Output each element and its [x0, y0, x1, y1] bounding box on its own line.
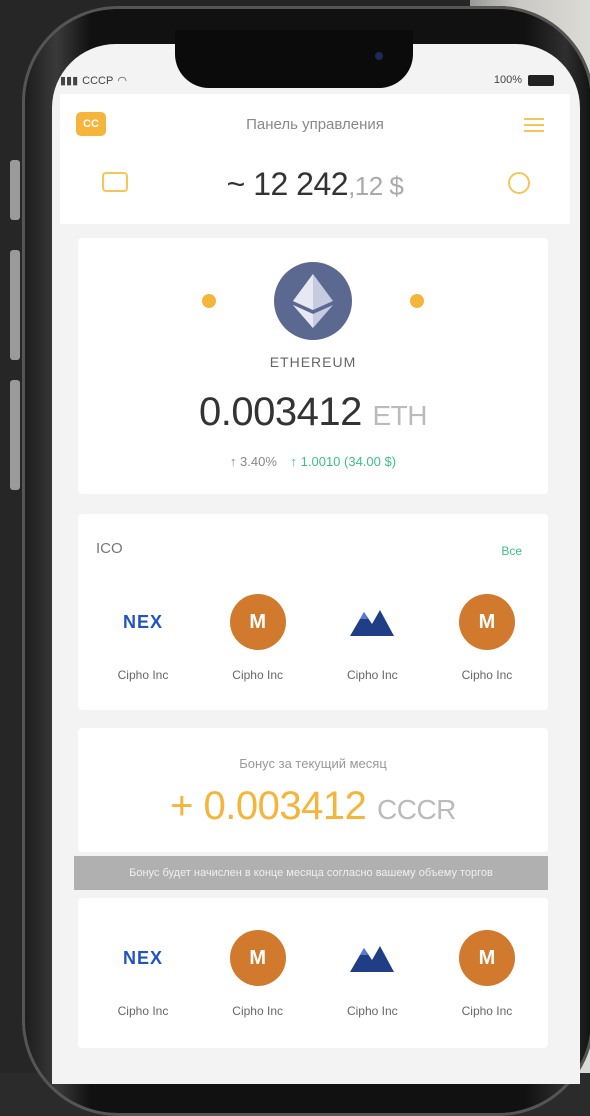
ico-item[interactable]: NEX Cipho Inc [100, 590, 186, 683]
phone-side-button [10, 160, 20, 220]
coin-change: ↑ 3.40% ↑ 1.0010 (34.00 $) [78, 454, 548, 469]
camera-dot [375, 52, 383, 60]
bonus-amount-value: + 0.003412 [170, 784, 367, 828]
bonus-card: Бонус за текущий месяц + 0.003412 CCCR [78, 728, 548, 852]
menu-icon[interactable] [524, 118, 544, 132]
page-title: Панель управления [246, 116, 384, 133]
ico-item-label: Cipho Inc [117, 668, 169, 682]
coin-name: ETHEREUM [269, 354, 357, 370]
header: CC Панель управления ~ 12 242,12 $ [60, 94, 570, 224]
prev-coin-dot[interactable] [202, 294, 216, 308]
ethereum-icon [274, 262, 352, 340]
ico-list: NEX Cipho Inc M Cipho Inc Cipho Inc M Ci… [78, 590, 548, 682]
list-item[interactable]: M Cipho Inc [444, 926, 530, 1018]
ico-item[interactable]: M Cipho Inc [215, 590, 301, 682]
ico-section-label: ICO [96, 540, 123, 557]
next-coin-dot[interactable] [410, 294, 424, 308]
moon-logo-icon: M [229, 930, 286, 986]
ico-card: ICO Все NEX Cipho Inc M Cipho Inc Cipho … [78, 514, 548, 710]
coin-amount-value: 0.003412 [199, 390, 362, 434]
nex-logo-icon: NEX [122, 947, 163, 968]
bonus-label: Бонус за текущий месяц [239, 756, 387, 771]
coin-amount-unit: ETH [372, 400, 427, 431]
moon-logo-icon: M [229, 594, 286, 650]
coin-card[interactable]: ETHEREUM 0.003412 ETH ↑ 3.40% ↑ 1.0010 (… [78, 238, 548, 494]
battery-label: 100% [493, 74, 522, 86]
ico-item-label: Cipho Inc [461, 668, 513, 682]
ico-item-label: Cipho Inc [232, 668, 283, 682]
carrier-label: CCCP [82, 74, 114, 87]
mountain-logo-icon [350, 946, 395, 972]
list-item[interactable]: NEX Cipho Inc [100, 926, 186, 1019]
tiles-card: NEX Cipho Inc M Cipho Inc Cipho Inc M Ci… [78, 898, 548, 1048]
bonus-amount: + 0.003412 CCCR [78, 784, 548, 829]
list-item-label: Cipho Inc [461, 1004, 513, 1018]
mountain-logo-icon [350, 610, 395, 636]
tiles-list: NEX Cipho Inc M Cipho Inc Cipho Inc M Ci… [78, 926, 548, 1018]
list-item-label: Cipho Inc [117, 1004, 169, 1018]
ico-item[interactable]: M Cipho Inc [444, 590, 530, 682]
nex-logo-icon: NEX [122, 611, 163, 632]
ico-item[interactable]: Cipho Inc [329, 590, 415, 682]
ico-all-link[interactable]: Все [501, 544, 522, 558]
bonus-notice: Бонус будет начислен в конце месяца согл… [74, 856, 548, 890]
coin-change-percent: ↑ 3.40% [229, 454, 277, 469]
phone-side-button [10, 250, 20, 360]
list-item[interactable]: Cipho Inc [329, 926, 415, 1018]
wifi-icon: ◠ [117, 75, 127, 87]
battery-icon [528, 74, 554, 86]
balance-main: ~ 12 242 [226, 166, 349, 202]
ico-item-label: Cipho Inc [346, 668, 398, 682]
coin-change-value: ↑ 1.0010 (34.00 $) [290, 454, 397, 469]
bonus-amount-unit: CCCR [377, 794, 456, 825]
list-item-label: Cipho Inc [232, 1004, 283, 1018]
total-balance: ~ 12 242,12 $ [60, 166, 570, 203]
moon-logo-icon: M [458, 930, 515, 986]
list-item-label: Cipho Inc [346, 1004, 398, 1018]
moon-logo-icon: M [458, 594, 515, 650]
phone-side-button [10, 380, 20, 490]
balance-decimal: ,12 $ [348, 171, 404, 201]
list-item[interactable]: M Cipho Inc [215, 926, 301, 1018]
signal-icon: ▮▮▮ [60, 75, 79, 87]
coin-amount: 0.003412 ETH [78, 390, 548, 435]
settings-icon[interactable] [508, 172, 530, 194]
